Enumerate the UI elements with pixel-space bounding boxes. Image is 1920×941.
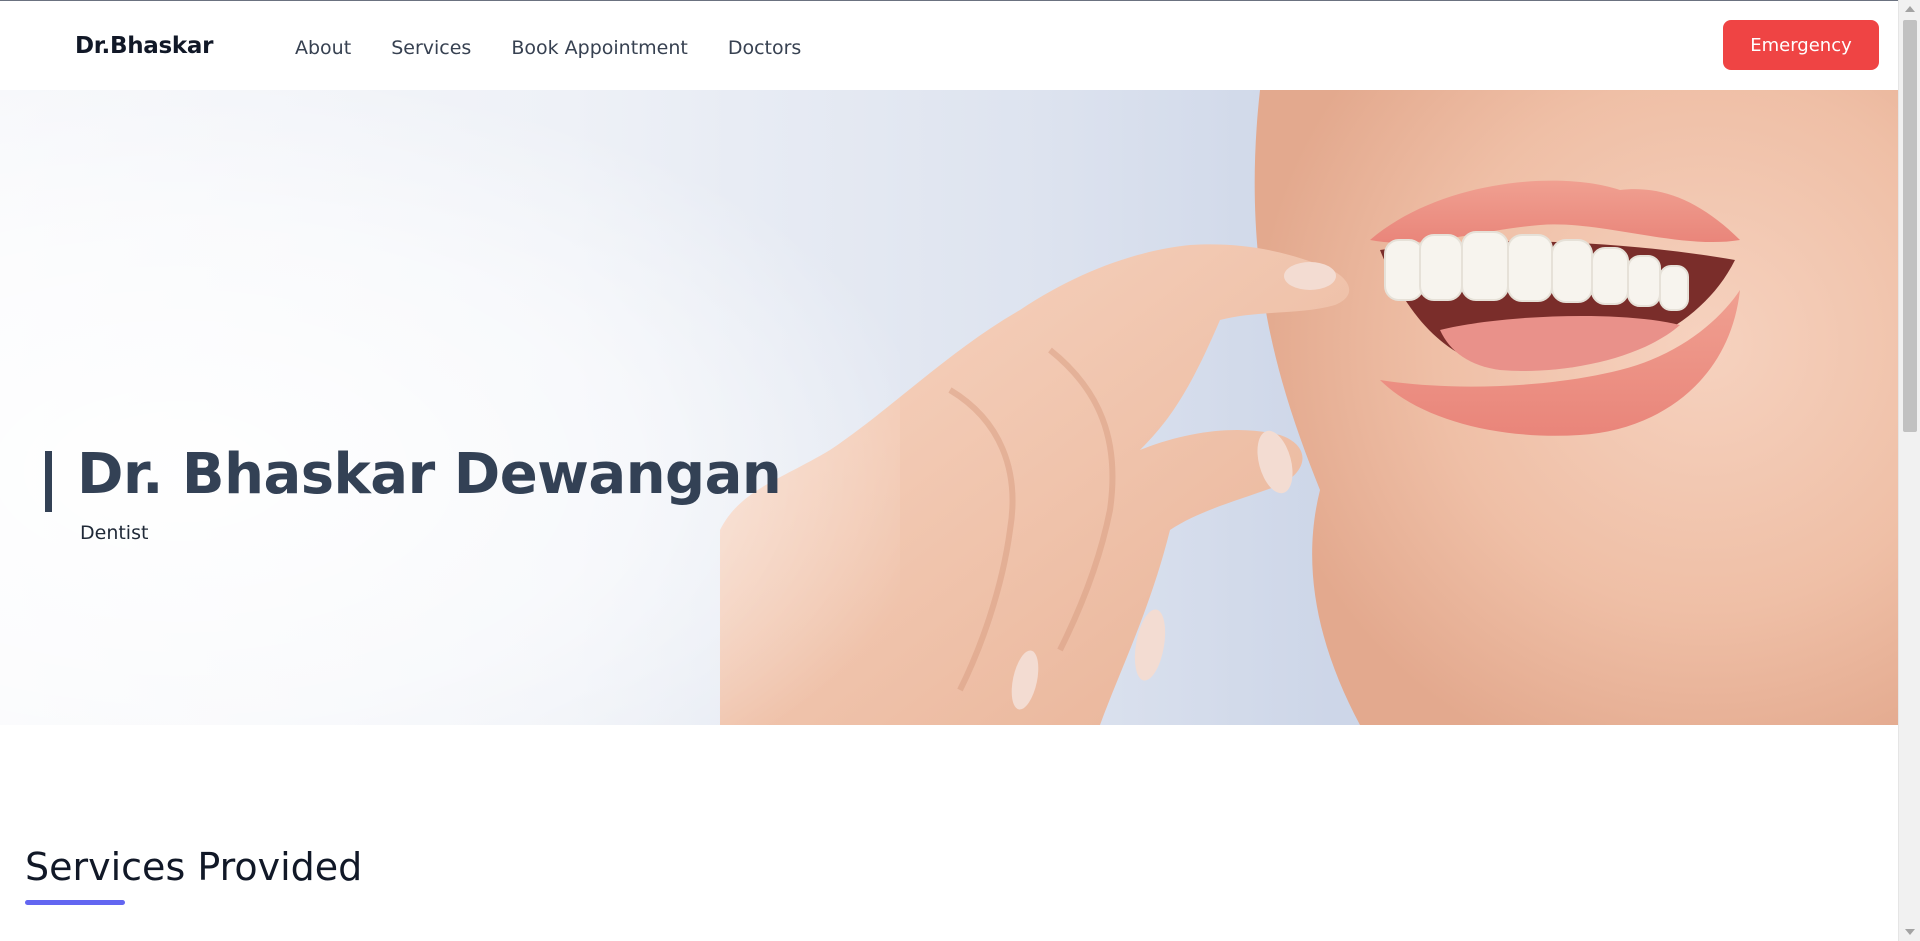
hero-subtitle: Dentist: [80, 522, 149, 544]
scrollbar-thumb[interactable]: [1903, 20, 1917, 432]
services-title-underline: [25, 900, 125, 905]
services-section-title: Services Provided: [25, 845, 363, 889]
scroll-down-arrow-icon[interactable]: [1905, 929, 1915, 935]
brand-logo-link[interactable]: Dr.Bhaskar: [75, 33, 213, 59]
navbar: Dr.Bhaskar About Services Book Appointme…: [0, 1, 1898, 90]
nav-link-doctors[interactable]: Doctors: [728, 37, 802, 59]
nav-link-about[interactable]: About: [295, 37, 351, 59]
nav-link-book-appointment[interactable]: Book Appointment: [511, 37, 688, 59]
hero-banner: Dr. Bhaskar Dewangan Dentist: [0, 90, 1898, 725]
emergency-button[interactable]: Emergency: [1723, 20, 1879, 70]
hero-title-accent-bar: [45, 451, 52, 512]
nav-links: About Services Book Appointment Doctors: [295, 37, 801, 59]
page: Dr.Bhaskar About Services Book Appointme…: [0, 0, 1920, 941]
vertical-scrollbar[interactable]: [1898, 0, 1920, 941]
hero-fade-overlay: [0, 90, 900, 725]
scroll-up-arrow-icon[interactable]: [1905, 6, 1915, 12]
hero-title: Dr. Bhaskar Dewangan: [77, 442, 782, 507]
nav-link-services[interactable]: Services: [391, 37, 471, 59]
